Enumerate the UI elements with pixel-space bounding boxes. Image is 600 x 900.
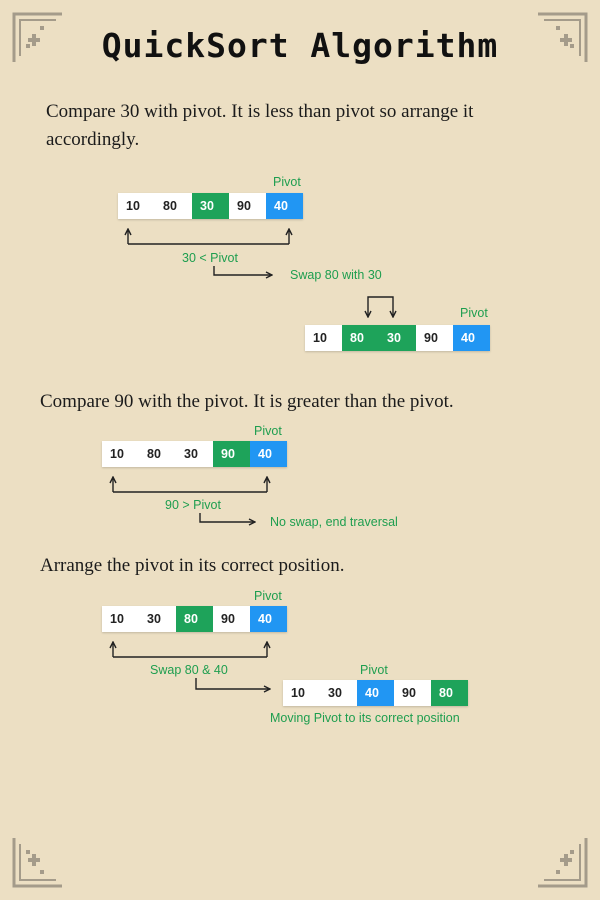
s2-compare-label: 90 > Pivot bbox=[165, 498, 221, 512]
corner-ornament-bottom-right bbox=[538, 838, 588, 888]
s3-array2-pivot-label: Pivot bbox=[360, 663, 388, 677]
step2-description: Compare 90 with the pivot. It is greater… bbox=[40, 391, 454, 412]
s1-array1: 10 80 30 90 40 bbox=[118, 193, 303, 219]
array-cell: 10 bbox=[102, 606, 139, 632]
array-cell: 10 bbox=[283, 680, 320, 706]
s3-result-label: Moving Pivot to its correct position bbox=[270, 711, 460, 725]
s2-pivot-label: Pivot bbox=[254, 424, 282, 438]
s1-array1-pivot-label: Pivot bbox=[273, 175, 301, 189]
s1-swap-arrow-left bbox=[368, 296, 378, 317]
array-cell: 80 bbox=[155, 193, 192, 219]
array-cell-compared: 30 bbox=[192, 193, 229, 219]
array-cell-pivot: 40 bbox=[250, 606, 287, 632]
s1-swap-arrow-right bbox=[378, 296, 393, 317]
array-cell-pivot: 40 bbox=[250, 441, 287, 467]
array-cell-compared: 90 bbox=[213, 441, 250, 467]
s1-action-label: Swap 80 with 30 bbox=[290, 268, 382, 282]
array-cell: 10 bbox=[118, 193, 155, 219]
array-cell: 10 bbox=[305, 325, 342, 351]
array-cell: 30 bbox=[139, 606, 176, 632]
s3-action-arrow bbox=[195, 678, 270, 689]
s3-array1: 10 30 80 90 40 bbox=[102, 606, 287, 632]
array-cell: 90 bbox=[416, 325, 453, 351]
s2-action-label: No swap, end traversal bbox=[270, 515, 398, 529]
s1-array2: 10 80 30 90 40 bbox=[305, 325, 490, 351]
array-cell: 90 bbox=[229, 193, 266, 219]
array-cell-highlighted: 80 bbox=[431, 680, 468, 706]
array-cell-pivot: 40 bbox=[266, 193, 303, 219]
array-cell-highlighted: 80 bbox=[176, 606, 213, 632]
array-cell: 90 bbox=[213, 606, 250, 632]
array-cell-pivot: 40 bbox=[357, 680, 394, 706]
array-cell: 80 bbox=[139, 441, 176, 467]
s3-swap-label: Swap 80 & 40 bbox=[150, 663, 228, 677]
array-cell-pivot: 40 bbox=[453, 325, 490, 351]
array-cell: 10 bbox=[102, 441, 139, 467]
page-title: QuickSort Algorithm bbox=[101, 26, 499, 65]
s1-compare-label: 30 < Pivot bbox=[182, 251, 238, 265]
step1-description: Compare 30 with pivot. It is less than p… bbox=[46, 101, 474, 150]
array-cell-swapped: 30 bbox=[379, 325, 416, 351]
array-cell: 90 bbox=[394, 680, 431, 706]
s3-array1-pivot-label: Pivot bbox=[254, 589, 282, 603]
s3-array2: 10 30 40 90 80 bbox=[283, 680, 468, 706]
s2-action-arrow bbox=[199, 513, 255, 522]
corner-ornament-bottom-left bbox=[12, 838, 62, 888]
s1-array2-pivot-label: Pivot bbox=[460, 306, 488, 320]
s1-action-arrow bbox=[213, 266, 272, 275]
array-cell-swapped: 80 bbox=[342, 325, 379, 351]
array-cell: 30 bbox=[320, 680, 357, 706]
array-cell: 30 bbox=[176, 441, 213, 467]
s2-array: 10 80 30 90 40 bbox=[102, 441, 287, 467]
step3-description: Arrange the pivot in its correct positio… bbox=[40, 555, 345, 576]
